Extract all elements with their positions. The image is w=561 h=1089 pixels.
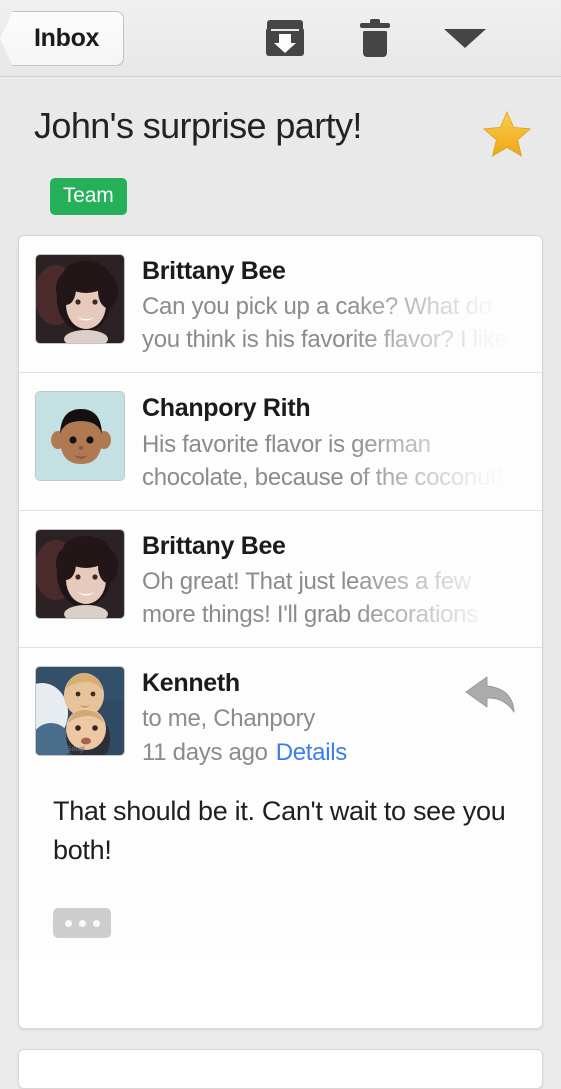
sender-name: Kenneth (142, 668, 240, 697)
more-options-button[interactable] (420, 0, 510, 77)
back-button-label: Inbox (34, 24, 100, 52)
svg-text:Googl: Googl (66, 746, 85, 753)
subject-header: John's surprise party! Team (0, 77, 561, 235)
expanded-message-meta: Kenneth to me, Chanpory 11 days ago Detai… (125, 666, 464, 770)
message-snippet: Can you pick up a cake? What do you thin… (142, 293, 508, 354)
toolbar-actions (240, 0, 561, 76)
message-snippet: Oh great! That just leaves a few more th… (142, 567, 478, 628)
details-link[interactable]: Details (276, 739, 348, 766)
avatar (35, 528, 125, 619)
avatar (35, 254, 125, 344)
delete-button[interactable] (330, 0, 420, 77)
next-thread-card[interactable] (18, 1049, 543, 1089)
timestamp-row: 11 days ago Details (142, 736, 464, 770)
archive-button[interactable] (240, 0, 330, 77)
message-summary: Brittany Bee Oh great! That just leaves … (125, 529, 522, 631)
trash-icon (360, 19, 390, 57)
star-icon[interactable] (482, 110, 532, 162)
avatar (35, 391, 125, 482)
chevron-down-icon (444, 28, 486, 48)
archive-icon (266, 20, 304, 56)
ellipsis-icon (78, 919, 86, 927)
message-summary: Brittany Bee Can you pick up a cake? Wha… (125, 254, 522, 357)
show-quoted-text-button[interactable] (53, 908, 111, 938)
label-chip-team[interactable]: Team (50, 178, 127, 215)
sender-name: Brittany Bee (142, 257, 286, 285)
ellipsis-icon (92, 919, 100, 927)
top-toolbar: Inbox (0, 0, 561, 77)
expanded-message: Googl Kenneth to me, Chanpory 11 days ag… (19, 646, 542, 1028)
message-body: That should be it. Can't wait to see you… (53, 796, 506, 865)
recipients: to me, Chanpory (142, 705, 315, 732)
label-list: Team (0, 162, 561, 215)
sender-name: Brittany Bee (142, 531, 286, 560)
collapsed-message-row[interactable]: Brittany Bee Can you pick up a cake? Wha… (19, 236, 542, 372)
page-title: John's surprise party! (34, 105, 362, 146)
collapsed-message-row[interactable]: Chanpory Rith His favorite flavor is ger… (19, 372, 542, 509)
ellipsis-icon (64, 919, 72, 927)
message-summary: Chanpory Rith His favorite flavor is ger… (125, 391, 522, 494)
reply-arrow-icon[interactable] (464, 672, 520, 770)
message-snippet: His favorite flavor is german chocolate,… (142, 430, 503, 491)
back-to-inbox-button[interactable]: Inbox (0, 11, 125, 66)
thread-card: Brittany Bee Can you pick up a cake? Wha… (18, 235, 543, 1029)
avatar: Googl (35, 665, 125, 756)
timestamp: 11 days ago (142, 739, 268, 766)
collapsed-message-row[interactable]: Brittany Bee Oh great! That just leaves … (19, 509, 542, 647)
sender-name: Chanpory Rith (142, 394, 311, 423)
